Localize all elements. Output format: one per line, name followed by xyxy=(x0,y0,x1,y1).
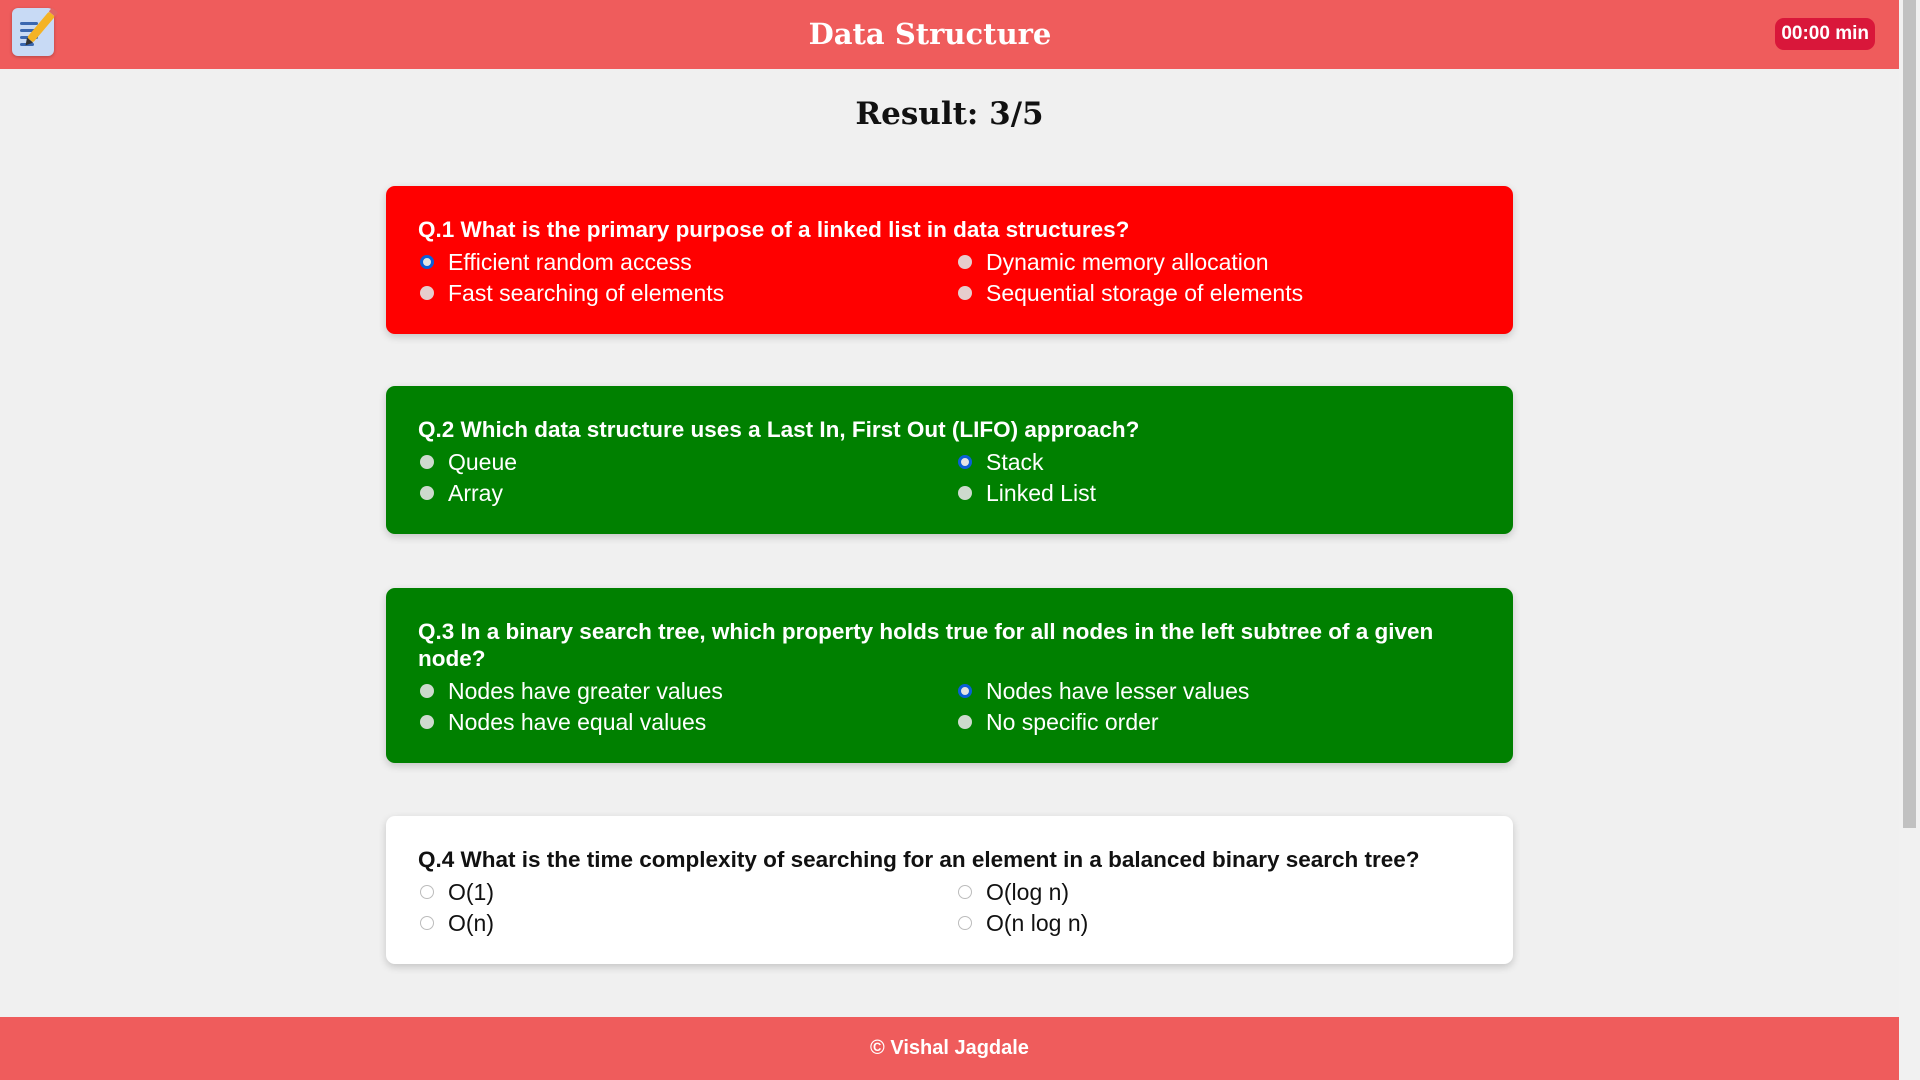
radio-icon[interactable] xyxy=(958,455,972,469)
option-label: O(n) xyxy=(448,909,494,936)
question-card-4: Q.4 What is the time complexity of searc… xyxy=(386,816,1513,964)
question-text: Q.1 What is the primary purpose of a lin… xyxy=(418,217,1130,242)
radio-icon[interactable] xyxy=(958,916,972,930)
option-label: Sequential storage of elements xyxy=(986,279,1304,306)
option-label: No specific order xyxy=(986,708,1159,735)
option-label: O(n log n) xyxy=(986,909,1089,936)
options-grid: O(1) O(log n) O(n) O(n log n) xyxy=(418,877,1481,938)
option-label: Linked List xyxy=(986,479,1096,506)
radio-icon[interactable] xyxy=(420,684,434,698)
option[interactable]: Efficient random access xyxy=(418,247,956,277)
option[interactable]: Dynamic memory allocation xyxy=(956,247,1494,277)
options-grid: Nodes have greater values Nodes have les… xyxy=(418,676,1481,737)
question-text: Q.3 In a binary search tree, which prope… xyxy=(418,619,1434,671)
radio-icon[interactable] xyxy=(958,255,972,269)
radio-icon[interactable] xyxy=(958,286,972,300)
option[interactable]: No specific order xyxy=(956,707,1494,737)
option[interactable]: Stack xyxy=(956,447,1494,477)
option-label: O(1) xyxy=(448,878,494,905)
option[interactable]: Nodes have greater values xyxy=(418,676,956,706)
app-title: Data Structure xyxy=(808,17,1052,51)
option-label: Array xyxy=(448,479,503,506)
app-header: Data Structure 00:00 min xyxy=(0,0,1899,69)
page-footer: © Vishal Jagdale xyxy=(0,1017,1899,1080)
question-card-1: Q.1 What is the primary purpose of a lin… xyxy=(386,186,1513,334)
radio-icon[interactable] xyxy=(420,255,434,269)
question-card-2: Q.2 Which data structure uses a Last In,… xyxy=(386,386,1513,534)
option-label: Nodes have greater values xyxy=(448,677,723,704)
radio-icon[interactable] xyxy=(958,715,972,729)
radio-icon[interactable] xyxy=(958,486,972,500)
page-scrollbar[interactable] xyxy=(1899,0,1920,1080)
result-heading: Result: 3/5 xyxy=(855,96,1044,132)
option[interactable]: Nodes have lesser values xyxy=(956,676,1494,706)
radio-icon[interactable] xyxy=(958,885,972,899)
option-label: O(log n) xyxy=(986,878,1070,905)
option[interactable]: Sequential storage of elements xyxy=(956,278,1494,308)
option[interactable]: O(log n) xyxy=(956,877,1494,907)
option-label: Stack xyxy=(986,448,1044,475)
radio-icon[interactable] xyxy=(420,455,434,469)
option[interactable]: O(1) xyxy=(418,877,956,907)
question-text: Q.4 What is the time complexity of searc… xyxy=(418,847,1420,872)
question-card-3: Q.3 In a binary search tree, which prope… xyxy=(386,588,1513,763)
radio-icon[interactable] xyxy=(420,916,434,930)
timer-badge: 00:00 min xyxy=(1775,18,1875,50)
option-label: Dynamic memory allocation xyxy=(986,248,1269,275)
option-label: Queue xyxy=(448,448,518,475)
option[interactable]: Array xyxy=(418,478,956,508)
options-grid: Efficient random access Dynamic memory a… xyxy=(418,247,1481,308)
scrollbar-thumb[interactable] xyxy=(1903,0,1916,828)
option[interactable]: Nodes have equal values xyxy=(418,707,956,737)
radio-icon[interactable] xyxy=(420,715,434,729)
options-grid: Queue Stack Array Linked List xyxy=(418,447,1481,508)
radio-icon[interactable] xyxy=(420,286,434,300)
radio-icon[interactable] xyxy=(958,684,972,698)
radio-icon[interactable] xyxy=(420,885,434,899)
option[interactable]: Queue xyxy=(418,447,956,477)
option-label: Nodes have lesser values xyxy=(986,677,1250,704)
option-label: Efficient random access xyxy=(448,248,692,275)
option[interactable]: Linked List xyxy=(956,478,1494,508)
option[interactable]: O(n) xyxy=(418,908,956,938)
option-label: Fast searching of elements xyxy=(448,279,725,306)
option[interactable]: Fast searching of elements xyxy=(418,278,956,308)
option-label: Nodes have equal values xyxy=(448,708,707,735)
question-text: Q.2 Which data structure uses a Last In,… xyxy=(418,417,1140,442)
radio-icon[interactable] xyxy=(420,486,434,500)
option[interactable]: O(n log n) xyxy=(956,908,1494,938)
